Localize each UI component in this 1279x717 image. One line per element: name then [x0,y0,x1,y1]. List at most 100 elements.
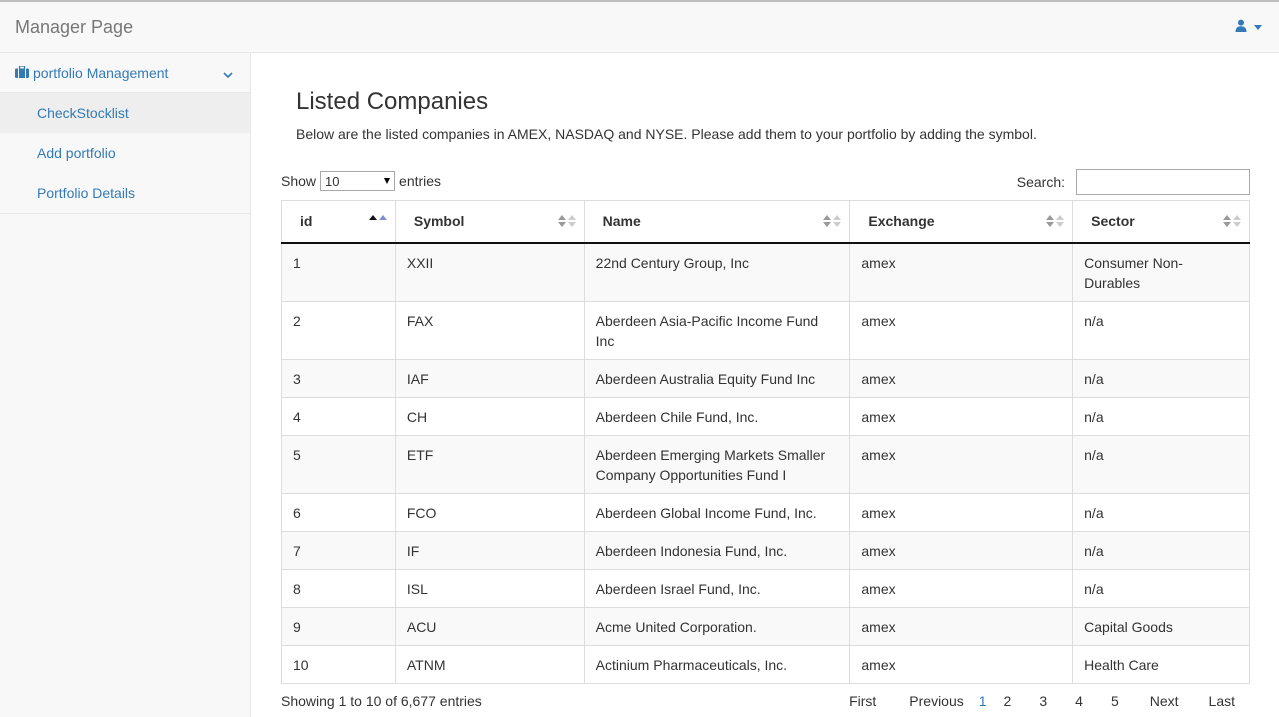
search-label: Search: [1016,174,1065,190]
cell-sector: Consumer Non-Durables [1072,242,1250,302]
cell-exchange: amex [849,606,1074,646]
user-menu-toggle[interactable] [1235,19,1262,35]
table-body: 1 XXII 22nd Century Group, Inc amex Consumer… [281,242,1250,684]
chevron-down-icon[interactable] [223,66,233,82]
table-info: Showing 1 to 10 of 6,677 entries [281,693,482,709]
user-icon [1235,19,1247,35]
cell-name: Acme United Corporation. [583,606,851,646]
cell-symbol: IAF [394,358,585,398]
cell-exchange: amex [849,358,1074,398]
cell-id: 3 [281,358,396,398]
briefcase-icon [15,64,29,81]
cell-name: Aberdeen Global Income Fund, Inc. [583,492,851,532]
cell-symbol: CH [394,396,585,436]
cell-symbol: FCO [394,492,585,532]
page-description: Below are the listed companies in AMEX, … [296,126,1037,142]
table-row: 7 IF Aberdeen Indonesia Fund, Inc. amex n/a [281,530,1250,570]
page-title: Listed Companies [296,88,489,115]
pagination-first[interactable]: First [849,693,876,709]
sidebar-item-add-portfolio[interactable]: Add portfolio [0,133,250,173]
column-header-label: Sector [1091,213,1135,230]
cell-exchange: amex [849,530,1074,570]
dropdown-arrow-icon [384,178,391,184]
brand-title[interactable]: Manager Page [15,17,133,38]
sidebar-group-label: portfolio Management [33,64,169,81]
table-row: 1 XXII 22nd Century Group, Inc amex Consumer… [281,242,1250,302]
table-row: 4 CH Aberdeen Chile Fund, Inc. amex n/a [281,396,1250,436]
pagination-page-4[interactable]: 4 [1075,693,1083,709]
cell-sector: Health Care [1072,644,1250,684]
cell-sector: n/a [1072,492,1250,532]
search-input[interactable] [1076,169,1250,195]
show-label: Show [281,173,317,189]
cell-sector: n/a [1072,434,1250,494]
cell-exchange: amex [849,434,1074,494]
column-header-label: Exchange [868,213,935,230]
cell-id: 2 [281,300,396,360]
cell-sector: n/a [1072,396,1250,436]
pagination-next[interactable]: Next [1150,693,1179,709]
cell-symbol: IF [394,530,585,570]
cell-name: Aberdeen Asia-Pacific Income Fund Inc [583,300,851,360]
sidebar-group-portfolio-management[interactable]: portfolio Management [0,53,250,93]
cell-id: 8 [281,568,396,608]
pagination-last[interactable]: Last [1209,693,1235,709]
cell-symbol: ISL [394,568,585,608]
cell-exchange: amex [849,568,1074,608]
cell-id: 4 [281,396,396,436]
cell-name: Aberdeen Chile Fund, Inc. [583,396,851,436]
cell-id: 10 [281,644,396,684]
cell-name: Aberdeen Israel Fund, Inc. [583,568,851,608]
pagination-page-1[interactable]: 1 [979,693,987,709]
pagination: First Previous 1 2 3 4 5 Next Last [849,693,1235,709]
page-length-select[interactable]: 10 [320,171,396,191]
table-row: 2 FAX Aberdeen Asia-Pacific Income Fund In… [281,300,1250,360]
page-length-value: 10 [325,173,340,189]
column-header-exchange[interactable]: Exchange [849,200,1074,244]
column-header-sector[interactable]: Sector [1072,200,1250,244]
cell-name: Actinium Pharmaceuticals, Inc. [583,644,851,684]
sidebar-item-checkstocklist[interactable]: CheckStocklist [0,93,250,133]
search-control: Search: [1017,169,1250,195]
cell-name: Aberdeen Emerging Markets Smaller Compan… [583,434,851,494]
table-row: 10 ATNM Actinium Pharmaceuticals, Inc. amex… [281,644,1250,684]
table-row: 9 ACU Acme United Corporation. amex Capital … [281,606,1250,646]
cell-exchange: amex [849,492,1074,532]
main-content: Listed Companies Below are the listed co… [252,53,1279,717]
sort-icon [1223,215,1241,227]
pagination-page-5[interactable]: 5 [1111,693,1119,709]
sidebar-item-portfolio-details[interactable]: Portfolio Details [0,173,250,213]
pagination-page-2[interactable]: 2 [1004,693,1012,709]
sort-icon [823,215,842,227]
cell-name: 22nd Century Group, Inc [583,242,851,302]
pagination-previous[interactable]: Previous [909,693,963,709]
column-header-label: Name [602,213,641,230]
table-row: 5 ETF Aberdeen Emerging Markets Smaller Co… [281,434,1250,494]
pagination-page-3[interactable]: 3 [1039,693,1047,709]
top-navbar: Manager Page [0,0,1279,53]
cell-sector: n/a [1072,530,1250,570]
cell-symbol: ATNM [394,644,585,684]
cell-exchange: amex [849,300,1074,360]
cell-id: 1 [281,242,396,302]
cell-symbol: ETF [394,434,585,494]
column-header-name[interactable]: Name [583,200,851,244]
cell-exchange: amex [849,242,1074,302]
table-row: 8 ISL Aberdeen Israel Fund, Inc. amex n/a [281,568,1250,608]
column-header-id[interactable]: id [281,200,396,244]
cell-symbol: ACU [394,606,585,646]
sort-ascending-icon [368,215,387,220]
cell-name: Aberdeen Indonesia Fund, Inc. [583,530,851,570]
cell-exchange: amex [849,396,1074,436]
entries-label: entries [399,173,442,189]
sidebar-submenu: CheckStocklist Add portfolio Portfolio D… [0,93,250,214]
column-header-symbol[interactable]: Symbol [394,200,585,244]
cell-name: Aberdeen Australia Equity Fund Inc [583,358,851,398]
cell-symbol: XXII [394,242,585,302]
cell-id: 7 [281,530,396,570]
sort-icon [1046,215,1065,227]
companies-table: id Symbol Name Exchange Sector 1 XXII 22… [281,200,1250,684]
cell-sector: Capital Goods [1072,606,1250,646]
cell-sector: n/a [1072,358,1250,398]
cell-symbol: FAX [394,300,585,360]
